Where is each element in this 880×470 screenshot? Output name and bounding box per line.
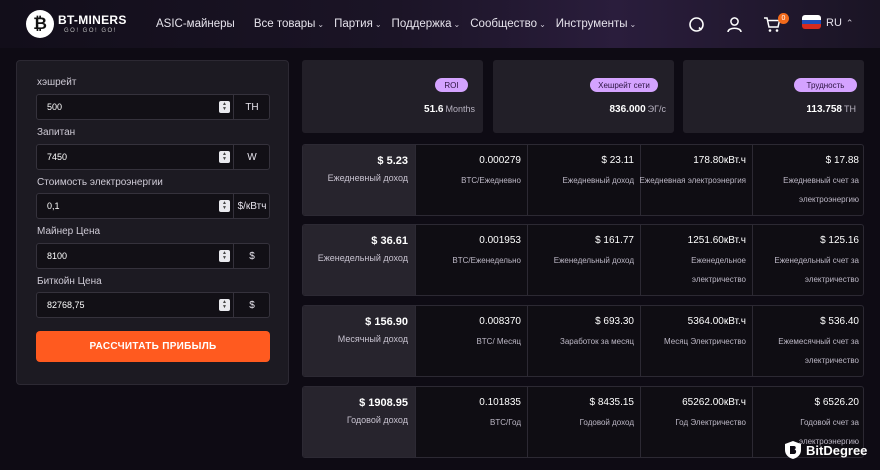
nav-item-label: Сообщество: [470, 18, 538, 30]
result-cell: 1251.60кВт.ч Еженедельное электричество: [640, 225, 752, 295]
difficulty-card: Трудность 113.758 TH: [683, 60, 864, 133]
electricity-cost-field: ▲▼ $/кВтч: [36, 193, 270, 219]
nav-item-label: Все товары: [253, 18, 316, 30]
roi-value: 51.6 Months: [424, 104, 475, 115]
power-unit: W: [247, 151, 257, 163]
nav-item-tools[interactable]: Инструменты ⌄: [556, 18, 636, 30]
result-cell: $ 161.77 Еженедельный доход: [527, 225, 640, 295]
stepper-icon[interactable]: ▲ ▼: [219, 151, 230, 163]
bitdegree-shield-icon: [785, 441, 801, 459]
language-label: RU: [826, 17, 842, 29]
monthly-results-row: $ 156.90 Месячный доход 0.008370 BTC/ Ме…: [302, 305, 864, 377]
chevron-up-icon: ⌃: [845, 17, 854, 28]
hashrate-field: ▲▼ TH: [36, 94, 270, 120]
monthly-income-summary: $ 156.90 Месячный доход: [303, 306, 415, 376]
result-cell: $ 125.16 Еженедельный счет за электричес…: [752, 225, 863, 295]
power-label: Запитан: [37, 127, 76, 138]
network-hashrate-badge: Хешрейт сети: [590, 78, 658, 92]
chevron-down-icon: ⌄: [629, 19, 637, 29]
hashrate-input[interactable]: [37, 95, 233, 119]
result-cell: 5364.00кВт.ч Месяц Электричество: [640, 306, 752, 376]
site-logo[interactable]: ₿ BT-MINERS GO! GO! GO!: [26, 10, 127, 38]
logo-name: BT-MINERS: [58, 13, 127, 27]
result-cell: $ 536.40 Ежемесячный счет за электричест…: [752, 306, 863, 376]
chevron-down-icon: ⌄: [453, 19, 461, 29]
nav-item-batch[interactable]: Партия ⌄: [334, 18, 381, 30]
nav-item-support[interactable]: Поддержка ⌄: [392, 18, 461, 30]
result-cell: 178.80кВт.ч Ежедневная электроэнергия: [640, 145, 752, 215]
user-icon[interactable]: [724, 14, 744, 34]
bitcoin-logo-icon: ₿: [26, 10, 54, 38]
miner-price-input[interactable]: [37, 244, 233, 268]
daily-income-summary: $ 5.23 Ежедневный доход: [303, 145, 415, 215]
stepper-icon[interactable]: ▲ ▼: [219, 101, 230, 113]
result-cell: 0.000279 BTC/Ежедневно: [415, 145, 527, 215]
logo-tagline: GO! GO! GO!: [64, 28, 117, 34]
nav-item-asic-miners[interactable]: ASIC-майнеры: [156, 18, 235, 30]
result-cell: $ 693.30 Заработок за месяц: [527, 306, 640, 376]
result-cell: 65262.00кВт.ч Год Электричество: [640, 387, 752, 457]
top-header: ₿ BT-MINERS GO! GO! GO! ASIC-майнеры Все…: [0, 0, 880, 48]
chevron-down-icon: ⌄: [539, 19, 546, 29]
mining-calculator-form: хэшрейт ▲▼ TH Запитан ▲▼ W Стоимость эле…: [16, 60, 289, 385]
chevron-down-icon: ⌄: [374, 19, 382, 29]
bitdegree-watermark: BitDegree: [784, 440, 867, 460]
result-cell: 0.008370 BTC/ Месяц: [415, 306, 527, 376]
hashrate-unit: TH: [245, 101, 259, 113]
roi-badge: ROI: [435, 78, 468, 92]
hashrate-label: хэшрейт: [37, 77, 77, 88]
electricity-cost-input[interactable]: [37, 194, 233, 218]
nav-item-label: Партия: [334, 18, 373, 30]
result-cell: $ 8435.15 Годовой доход: [527, 387, 640, 457]
electricity-cost-label: Стоимость электроэнергии: [37, 177, 163, 188]
stepper-icon[interactable]: ▲ ▼: [219, 299, 230, 311]
electricity-cost-unit: $/кВтч: [237, 200, 267, 212]
nav-item-label: Инструменты: [555, 18, 628, 30]
stepper-icon[interactable]: ▲ ▼: [219, 250, 230, 262]
yearly-income-summary: $ 1908.95 Годовой доход: [303, 387, 415, 457]
result-cell: 0.101835 BTC/Год: [415, 387, 527, 457]
bitdegree-text: BitDegree: [806, 442, 868, 458]
weekly-income-summary: $ 36.61 Еженедельный доход: [303, 225, 415, 295]
bitcoin-price-input[interactable]: [37, 293, 233, 317]
result-cell: $ 17.88 Ежедневный счет за электроэнерги…: [752, 145, 863, 215]
nav-item-label: Поддержка: [391, 18, 452, 30]
result-cell: $ 23.11 Ежедневный доход: [527, 145, 640, 215]
result-cell: 0.001953 BTC/Еженедельно: [415, 225, 527, 295]
roi-card: ROI 51.6 Months: [302, 60, 483, 133]
chevron-down-icon: ⌄: [317, 19, 325, 29]
miner-price-unit: $: [249, 250, 255, 262]
nav-item-all-products[interactable]: Все товары ⌄: [254, 18, 324, 30]
search-icon[interactable]: [686, 14, 706, 34]
miner-price-label: Майнер Цена: [37, 226, 101, 237]
bitcoin-price-label: Биткойн Цена: [37, 276, 102, 287]
network-hashrate-value: 836.000 ЭГ/с: [609, 104, 667, 115]
cart-count-badge: 0: [778, 13, 789, 24]
language-selector[interactable]: RU ⌃: [826, 17, 853, 29]
weekly-results-row: $ 36.61 Еженедельный доход 0.001953 BTC/…: [302, 224, 864, 296]
yearly-results-row: $ 1908.95 Годовой доход 0.101835 BTC/Год…: [302, 386, 864, 458]
difficulty-value: 113.758 TH: [806, 104, 856, 115]
calculate-profit-button[interactable]: РАССЧИТАТЬ ПРИБЫЛЬ: [36, 331, 270, 362]
miner-price-field: ▲▼ $: [36, 243, 270, 269]
network-hashrate-card: Хешрейт сети 836.000 ЭГ/с: [493, 60, 674, 133]
main-nav: ASIC-майнеры Все товары ⌄ Партия ⌄ Поддерж…: [156, 18, 646, 30]
bitcoin-price-unit: $: [249, 299, 255, 311]
power-input[interactable]: [37, 145, 233, 169]
daily-results-row: $ 5.23 Ежедневный доход 0.000279 BTC/Еже…: [302, 144, 864, 216]
difficulty-badge: Трудность: [794, 78, 857, 92]
nav-item-community[interactable]: Сообщество ⌄: [470, 18, 546, 30]
bitcoin-price-field: ▲▼ $: [36, 292, 270, 318]
nav-item-label: ASIC-майнеры: [156, 18, 235, 30]
power-field: ▲▼ W: [36, 144, 270, 170]
russia-flag-icon[interactable]: [802, 15, 821, 29]
stepper-icon[interactable]: ▲ ▼: [219, 200, 230, 212]
